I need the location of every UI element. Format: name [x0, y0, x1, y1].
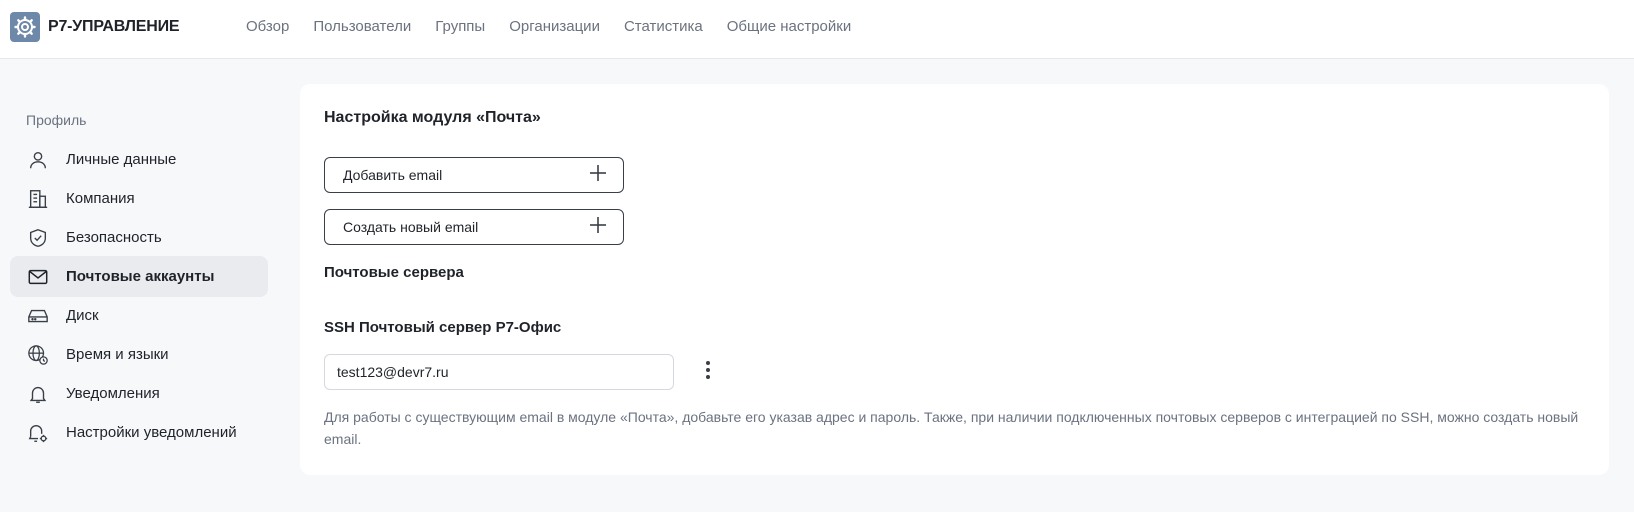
- create-email-label: Создать новый email: [343, 219, 479, 235]
- sidebar-item-security[interactable]: Безопасность: [10, 217, 268, 258]
- sidebar-item-notification-settings[interactable]: Настройки уведомлений: [10, 412, 268, 453]
- nav-users[interactable]: Пользователи: [313, 18, 411, 35]
- shield-check-icon: [26, 226, 50, 250]
- app-title: Р7-УПРАВЛЕНИЕ: [48, 18, 180, 35]
- sidebar-item-label: Личные данные: [66, 151, 177, 168]
- plus-icon: [589, 164, 607, 187]
- add-email-button[interactable]: Добавить email: [324, 157, 624, 193]
- server-name: SSH Почтовый сервер Р7-Офис: [324, 319, 562, 336]
- nav-statistics[interactable]: Статистика: [624, 18, 703, 35]
- globe-clock-icon: [26, 343, 50, 367]
- sidebar-item-label: Уведомления: [66, 385, 160, 402]
- help-text: Для работы с существующим email в модуле…: [324, 409, 1579, 447]
- mail-module-settings-card: Настройка модуля «Почта» Добавить email …: [300, 84, 1609, 475]
- gear-icon: [10, 12, 40, 42]
- sidebar-item-mail-accounts[interactable]: Почтовые аккаунты: [10, 256, 268, 297]
- email-field[interactable]: [324, 354, 674, 390]
- sidebar-title: Профиль: [26, 112, 87, 128]
- nav-groups[interactable]: Группы: [435, 18, 485, 35]
- user-icon: [26, 148, 50, 172]
- sidebar-item-time-languages[interactable]: Время и языки: [10, 334, 268, 375]
- bell-icon: [26, 382, 50, 406]
- sidebar-item-label: Компания: [66, 190, 135, 207]
- sidebar-item-notifications[interactable]: Уведомления: [10, 373, 268, 414]
- mail-servers-heading: Почтовые сервера: [324, 264, 464, 281]
- sidebar-item-label: Почтовые аккаунты: [66, 268, 215, 285]
- main-nav: Обзор Пользователи Группы Организации Ст…: [246, 18, 875, 35]
- more-options-button[interactable]: [696, 360, 720, 384]
- sidebar-item-label: Настройки уведомлений: [66, 424, 237, 441]
- nav-organizations[interactable]: Организации: [509, 18, 600, 35]
- create-email-button[interactable]: Создать новый email: [324, 209, 624, 245]
- sidebar-item-label: Диск: [66, 307, 99, 324]
- app-logo[interactable]: Р7-УПРАВЛЕНИЕ: [10, 12, 180, 42]
- disk-icon: [26, 304, 50, 328]
- sidebar-item-company[interactable]: Компания: [10, 178, 268, 219]
- page-title: Настройка модуля «Почта»: [324, 109, 541, 126]
- kebab-menu-icon: [705, 360, 711, 385]
- plus-icon: [589, 216, 607, 239]
- nav-general-settings[interactable]: Общие настройки: [727, 18, 852, 35]
- mail-icon: [26, 265, 50, 289]
- building-icon: [26, 187, 50, 211]
- sidebar-item-disk[interactable]: Диск: [10, 295, 268, 336]
- bell-settings-icon: [26, 421, 50, 445]
- sidebar-item-personal-data[interactable]: Личные данные: [10, 139, 268, 180]
- sidebar-item-label: Время и языки: [66, 346, 169, 363]
- sidebar-item-label: Безопасность: [66, 229, 162, 246]
- top-navigation-bar: Р7-УПРАВЛЕНИЕ Обзор Пользователи Группы …: [0, 0, 1634, 59]
- nav-overview[interactable]: Обзор: [246, 18, 289, 35]
- add-email-label: Добавить email: [343, 167, 443, 183]
